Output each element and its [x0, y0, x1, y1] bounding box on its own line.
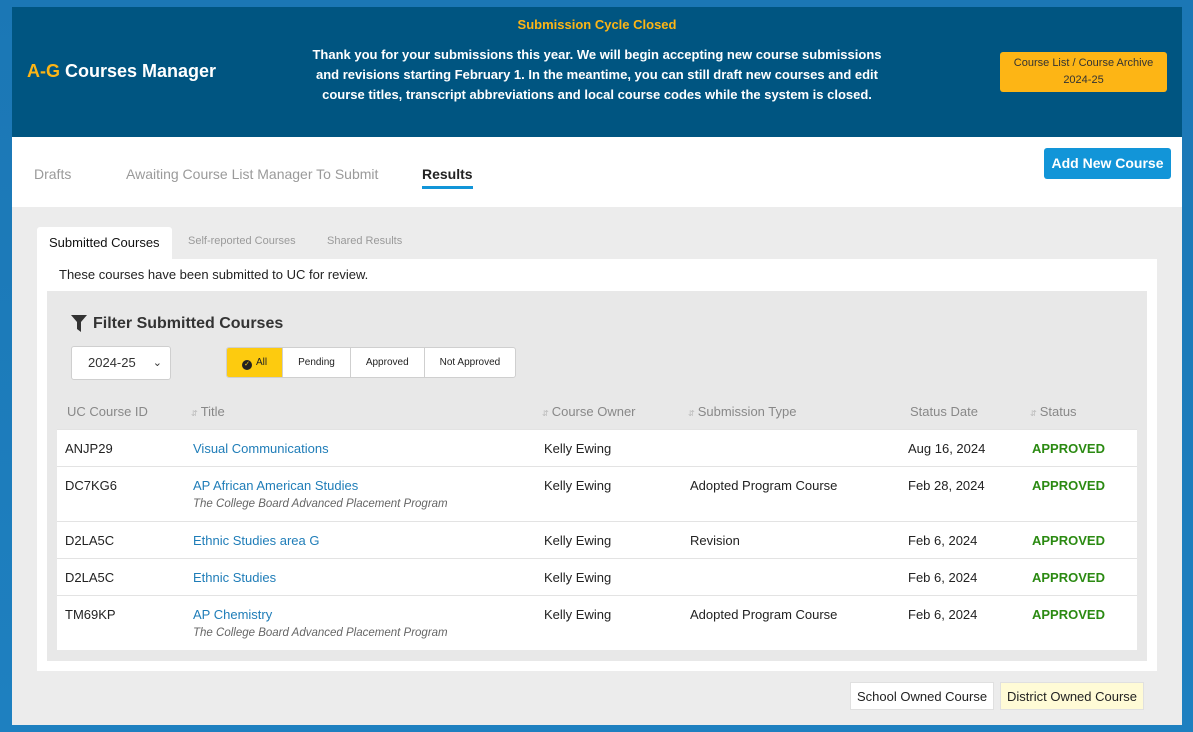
status-filter-pending[interactable]: Pending — [283, 348, 351, 377]
year-select[interactable]: 2024-25 ⌄ — [71, 346, 171, 380]
course-id: ANJP29 — [65, 441, 113, 456]
brand-accent: A-G — [27, 61, 60, 81]
column-header-label: Course Owner — [551, 404, 636, 419]
course-owner: Kelly Ewing — [544, 607, 612, 622]
notice-line: course titles, transcript abbreviations … — [322, 87, 872, 102]
sort-icon: ⇵ — [1030, 409, 1037, 418]
year-select-value: 2024-25 — [88, 355, 136, 370]
column-header-label: Status — [1039, 404, 1077, 419]
course-owner: Kelly Ewing — [544, 570, 612, 585]
tab-awaiting[interactable]: Awaiting Course List Manager To Submit — [126, 166, 378, 182]
column-header-id[interactable]: UC Course ID — [67, 404, 148, 419]
tab-shared-results[interactable]: Shared Results — [315, 227, 414, 259]
status-filter-label: All — [256, 357, 268, 368]
status-filter-approved[interactable]: Approved — [351, 348, 425, 377]
cycle-notice: Submission Cycle Closed Thank you for yo… — [312, 17, 882, 105]
course-id: D2LA5C — [65, 533, 115, 548]
tab-submitted-courses[interactable]: Submitted Courses — [37, 227, 172, 259]
status-date: Feb 6, 2024 — [908, 607, 978, 622]
status-date: Feb 6, 2024 — [908, 533, 978, 548]
status-filter-all[interactable]: ✓ All — [227, 348, 284, 377]
status-badge: APPROVED — [1032, 533, 1105, 548]
tab-self-reported[interactable]: Self-reported Courses — [176, 227, 308, 259]
status-badge: APPROVED — [1032, 570, 1105, 585]
column-header-date[interactable]: Status Date — [910, 404, 978, 419]
sort-icon: ⇵ — [542, 409, 549, 418]
submission-type: Adopted Program Course — [690, 607, 838, 622]
course-title-link[interactable]: Ethnic Studies area G — [193, 533, 319, 548]
app-window: A-G Courses Manager Submission Cycle Clo… — [12, 7, 1182, 725]
column-header-label: Title — [200, 404, 225, 419]
status-date: Feb 28, 2024 — [908, 478, 985, 493]
course-program: The College Board Advanced Placement Pro… — [193, 498, 448, 510]
table-row: ANJP29 Visual Communications Kelly Ewing… — [57, 429, 1137, 466]
check-circle-icon: ✓ — [242, 360, 252, 370]
course-title-cell: AP Chemistry The College Board Advanced … — [193, 607, 448, 639]
notice-line: Thank you for your submissions this year… — [312, 47, 882, 62]
archive-label: Course List / Course Archive — [1013, 57, 1154, 69]
column-header-label: Submission Type — [697, 404, 797, 419]
legend-school-owned: School Owned Course — [850, 682, 995, 710]
chevron-down-icon: ⌄ — [152, 357, 162, 369]
notice-line: and revisions starting February 1. In th… — [315, 67, 879, 82]
table-header: UC Course ID ⇵ Title ⇵ Course Owner ⇵ Submi… — [57, 397, 1137, 429]
tab-drafts[interactable]: Drafts — [34, 166, 71, 182]
table-row: DC7KG6 AP African American Studies The C… — [57, 466, 1137, 521]
course-owner: Kelly Ewing — [544, 478, 612, 493]
filter-heading: Filter Submitted Courses — [71, 315, 283, 333]
course-title-link[interactable]: AP Chemistry — [193, 607, 272, 622]
course-title-link[interactable]: AP African American Studies — [193, 478, 358, 493]
column-header-status[interactable]: ⇵ Status — [1030, 404, 1077, 419]
course-id: TM69KP — [65, 607, 116, 622]
status-filter-group: ✓ All Pending Approved Not Approved — [226, 347, 517, 378]
panel-description: These courses have been submitted to UC … — [59, 267, 369, 282]
status-date: Feb 6, 2024 — [908, 570, 978, 585]
site-header: A-G Courses Manager Submission Cycle Clo… — [12, 7, 1182, 137]
notice-body: Thank you for your submissions this year… — [312, 45, 882, 105]
status-date: Aug 16, 2024 — [908, 441, 986, 456]
table-row: TM69KP AP Chemistry The College Board Ad… — [57, 595, 1137, 650]
status-badge: APPROVED — [1032, 607, 1105, 622]
status-badge: APPROVED — [1032, 441, 1105, 456]
add-new-course-button[interactable]: Add New Course — [1044, 148, 1171, 179]
archive-year: 2024-25 — [1063, 74, 1104, 86]
course-program: The College Board Advanced Placement Pro… — [193, 627, 448, 639]
course-id: D2LA5C — [65, 570, 115, 585]
column-header-title[interactable]: ⇵ Title — [191, 404, 225, 419]
status-badge: APPROVED — [1032, 478, 1105, 493]
course-title-cell: Ethnic Studies area G — [193, 533, 319, 548]
notice-title: Submission Cycle Closed — [517, 17, 677, 32]
table-row: D2LA5C Ethnic Studies Kelly Ewing Feb 6,… — [57, 558, 1137, 595]
submitted-courses-table: UC Course ID ⇵ Title ⇵ Course Owner ⇵ Submi… — [57, 397, 1137, 650]
course-title-cell: Visual Communications — [193, 441, 329, 456]
legend-district-owned: District Owned Course — [1000, 682, 1145, 710]
course-title-cell: AP African American Studies The College … — [193, 478, 448, 510]
funnel-icon — [71, 315, 87, 332]
course-archive-button[interactable]: Course List / Course Archive 2024-25 — [1000, 52, 1167, 92]
sort-icon: ⇵ — [191, 409, 198, 418]
submission-type: Revision — [690, 533, 740, 548]
filter-section: Filter Submitted Courses 2024-25 ⌄ ✓ All … — [47, 291, 1147, 661]
sort-icon: ⇵ — [688, 409, 695, 418]
course-title-cell: Ethnic Studies — [193, 570, 276, 585]
course-title-link[interactable]: Visual Communications — [193, 441, 329, 456]
brand-name: Courses Manager — [60, 61, 217, 81]
course-title-link[interactable]: Ethnic Studies — [193, 570, 276, 585]
course-owner: Kelly Ewing — [544, 533, 612, 548]
tab-results[interactable]: Results — [422, 166, 473, 189]
status-filter-not-approved[interactable]: Not Approved — [425, 348, 516, 377]
column-header-type[interactable]: ⇵ Submission Type — [688, 404, 796, 419]
column-header-owner[interactable]: ⇵ Course Owner — [542, 404, 636, 419]
filter-title: Filter Submitted Courses — [93, 315, 284, 332]
brand-logo[interactable]: A-G Courses Manager — [27, 61, 216, 82]
results-panel: These courses have been submitted to UC … — [37, 259, 1157, 671]
submission-type: Adopted Program Course — [690, 478, 838, 493]
table-row: D2LA5C Ethnic Studies area G Kelly Ewing… — [57, 521, 1137, 558]
course-owner: Kelly Ewing — [544, 441, 612, 456]
course-id: DC7KG6 — [65, 478, 118, 493]
main-tabs-bar: Drafts Awaiting Course List Manager To S… — [12, 137, 1182, 207]
